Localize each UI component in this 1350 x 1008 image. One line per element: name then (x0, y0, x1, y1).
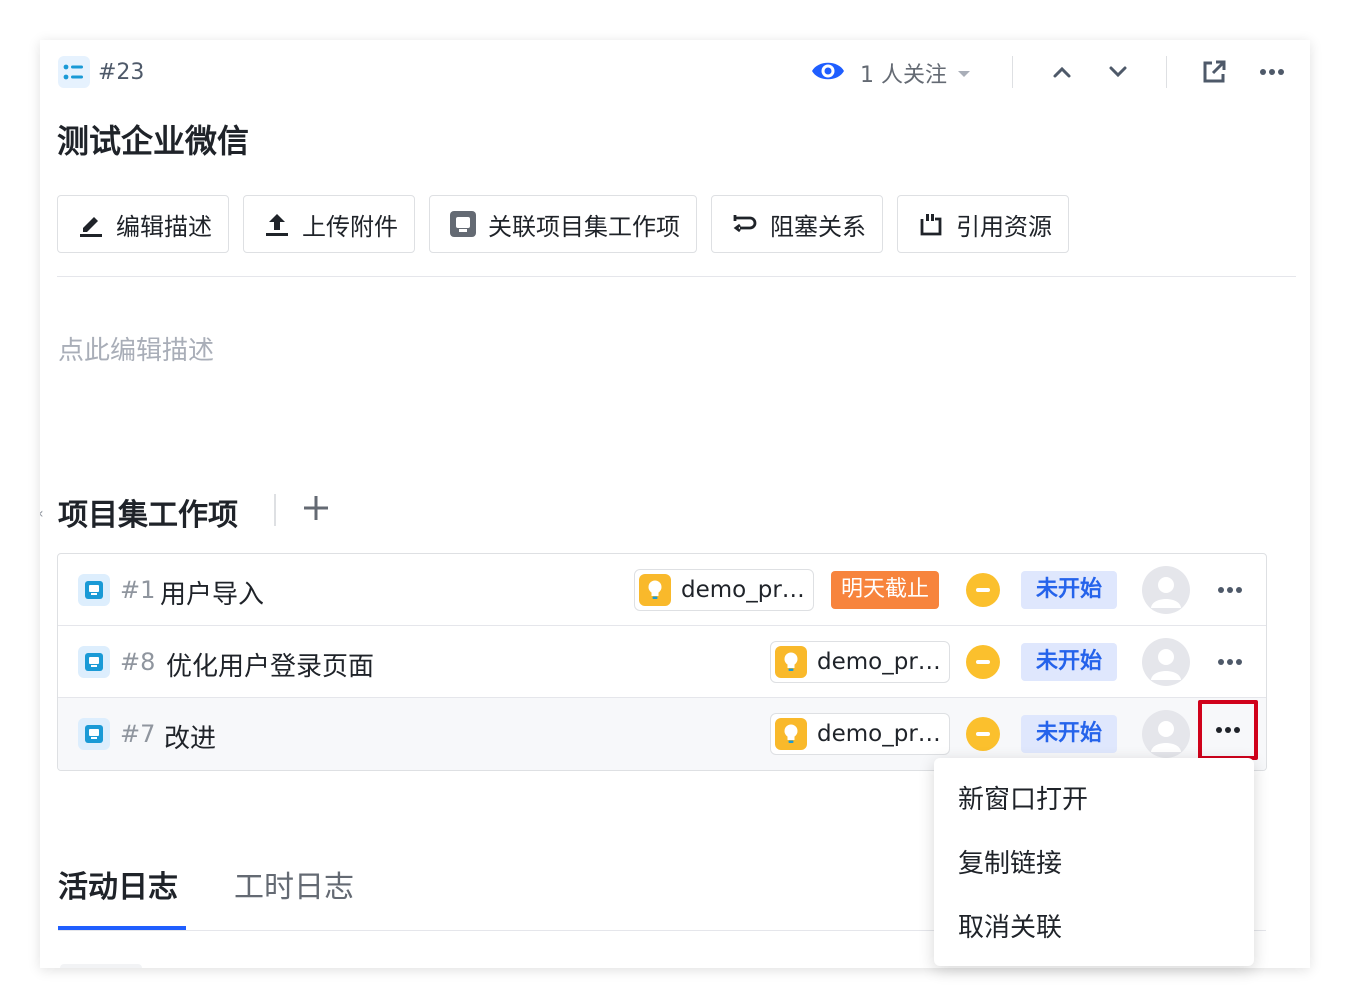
row-more-button-active[interactable] (1198, 700, 1258, 760)
workitem-icon (448, 209, 478, 239)
edit-description-label: 编辑描述 (116, 212, 212, 241)
lightbulb-icon (639, 574, 671, 606)
project-name: demo_pr… (681, 577, 805, 603)
avatar[interactable] (1142, 566, 1190, 614)
external-link-icon (1203, 60, 1226, 83)
status-badge[interactable]: 未开始 (1021, 643, 1117, 681)
caret-down-icon (957, 64, 971, 83)
tab-activity-log[interactable]: 活动日志 (58, 862, 178, 906)
description-placeholder[interactable]: 点此编辑描述 (58, 330, 214, 367)
upload-icon (262, 209, 292, 239)
block-relation-label: 阻塞关系 (770, 212, 866, 241)
priority-indicator[interactable] (966, 645, 1000, 679)
edit-icon (76, 209, 106, 239)
lightbulb-icon (775, 646, 807, 678)
chevron-down-icon (1109, 66, 1127, 78)
header-divider (1012, 56, 1013, 88)
upload-attachment-button[interactable]: 上传附件 (243, 195, 415, 253)
follow-button[interactable]: 1 人关注 (810, 56, 971, 90)
row-title[interactable]: 优化用户登录页面 (166, 646, 374, 683)
lightbulb-icon (775, 718, 807, 750)
project-tag[interactable]: demo_pr… (770, 713, 950, 755)
action-bar: 编辑描述 上传附件 关联项目集工作项 阻塞关系 引用资源 (57, 195, 1069, 253)
section-title: 项目集工作项 (58, 498, 238, 533)
row-more-button[interactable] (1212, 574, 1248, 606)
upload-attachment-label: 上传附件 (302, 212, 398, 241)
avatar[interactable] (1142, 638, 1190, 686)
row-title[interactable]: 改进 (164, 718, 216, 755)
issue-title[interactable]: 测试企业微信 (57, 116, 249, 162)
project-name: demo_pr… (817, 649, 941, 675)
project-tag[interactable]: demo_pr… (634, 569, 814, 611)
project-name: demo_pr… (817, 721, 941, 747)
row-more-button[interactable] (1212, 646, 1248, 678)
issue-number: #23 (98, 60, 145, 85)
more-icon (1260, 69, 1284, 75)
menu-item-open-new-window[interactable]: 新窗口打开 (934, 768, 1254, 832)
project-tag[interactable]: demo_pr… (770, 641, 950, 683)
due-badge: 明天截止 (831, 571, 940, 609)
block-relation-button[interactable]: 阻塞关系 (711, 195, 883, 253)
quote-icon (916, 209, 946, 239)
row-number: #8 (120, 648, 156, 676)
row-number: #7 (120, 720, 156, 748)
eye-icon (810, 58, 846, 88)
edit-description-button[interactable]: 编辑描述 (57, 195, 229, 253)
divider (57, 276, 1296, 277)
menu-item-copy-link[interactable]: 复制链接 (934, 832, 1254, 896)
plus-icon (304, 496, 328, 520)
section-divider (274, 494, 276, 526)
table-row[interactable]: #8 优化用户登录页面 demo_pr… 未开始 (58, 626, 1266, 698)
header-more-button[interactable] (1258, 58, 1286, 86)
table-row[interactable]: #1 用户导入 demo_pr… 明天截止 未开始 (58, 554, 1266, 626)
content-placeholder (60, 964, 142, 968)
avatar[interactable] (1142, 710, 1190, 758)
open-in-new-window-button[interactable] (1200, 58, 1228, 86)
previous-item-button[interactable] (1048, 58, 1076, 86)
workitem-icon (78, 718, 110, 750)
more-icon (1216, 727, 1240, 733)
row-context-menu: 新窗口打开 复制链接 取消关联 (934, 758, 1254, 966)
workitem-icon (78, 574, 110, 606)
follow-count-label: 1 人关注 (860, 63, 947, 88)
chevron-up-icon (1053, 66, 1071, 78)
more-icon (1218, 587, 1242, 593)
more-icon (1218, 659, 1242, 665)
collapse-arrow-icon[interactable]: ‹ (40, 506, 44, 522)
status-badge[interactable]: 未开始 (1021, 571, 1117, 609)
menu-item-unlink[interactable]: 取消关联 (934, 896, 1254, 960)
add-program-item-button[interactable] (300, 492, 332, 524)
header-divider (1166, 56, 1167, 88)
row-number: #1 (120, 576, 156, 604)
workitem-icon (78, 646, 110, 678)
list-type-icon (58, 56, 90, 88)
status-badge[interactable]: 未开始 (1021, 715, 1117, 753)
link-program-item-button[interactable]: 关联项目集工作项 (429, 195, 697, 253)
quote-resource-label: 引用资源 (956, 212, 1052, 241)
detail-header: #23 1 人关注 (40, 40, 1310, 106)
priority-indicator[interactable] (966, 717, 1000, 751)
quote-resource-button[interactable]: 引用资源 (897, 195, 1069, 253)
priority-indicator[interactable] (966, 573, 1000, 607)
link-program-item-label: 关联项目集工作项 (488, 212, 680, 241)
program-items-table: #1 用户导入 demo_pr… 明天截止 未开始 #8 优化用户登录页面 de… (57, 553, 1267, 771)
next-item-button[interactable] (1104, 58, 1132, 86)
tab-worklog[interactable]: 工时日志 (234, 862, 354, 906)
row-title[interactable]: 用户导入 (160, 574, 264, 611)
block-relation-icon (730, 209, 760, 239)
